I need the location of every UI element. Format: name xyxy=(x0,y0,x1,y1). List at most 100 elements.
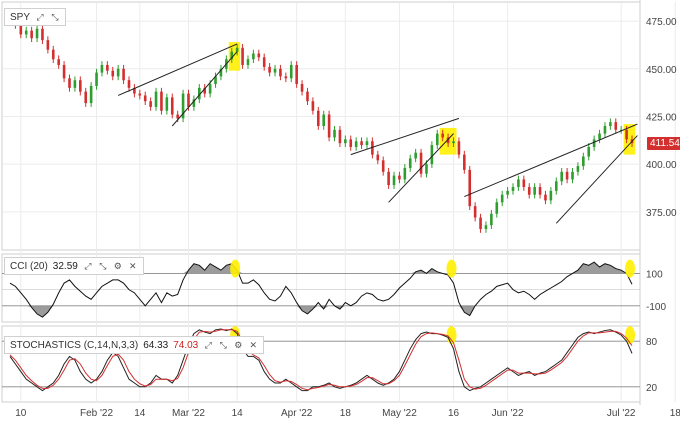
candle-body xyxy=(414,152,417,159)
collapse-icon[interactable]: ⤡ xyxy=(218,340,228,350)
candle-body xyxy=(430,145,434,165)
candle-body xyxy=(614,122,618,130)
x-tick-label: 14 xyxy=(134,408,146,419)
candle-body xyxy=(165,97,169,111)
candle-body xyxy=(122,68,125,81)
candle-body xyxy=(511,187,515,191)
x-tick-label: 10 xyxy=(15,408,27,419)
candle-body xyxy=(344,139,347,144)
candle-body xyxy=(392,175,396,186)
x-tick-label: Jul '22 xyxy=(607,408,636,419)
candle-body xyxy=(257,53,261,58)
candle-body xyxy=(279,68,282,77)
candle-body xyxy=(565,171,569,180)
candle-body xyxy=(57,59,60,65)
candle-body xyxy=(554,181,558,191)
candle-body xyxy=(338,129,342,144)
candle-body xyxy=(365,141,369,146)
collapse-icon[interactable]: ⤡ xyxy=(98,261,108,271)
candle-body xyxy=(79,80,82,92)
candle-body xyxy=(116,68,120,77)
candle-body xyxy=(170,97,174,115)
candle-body xyxy=(500,194,504,203)
candle-body xyxy=(149,101,152,107)
candle-body xyxy=(252,53,255,60)
x-tick-label: Feb '22 xyxy=(80,408,113,419)
candle-body xyxy=(262,57,266,67)
candle-body xyxy=(457,141,461,155)
collapse-icon[interactable]: ⤡ xyxy=(50,12,60,22)
candle-body xyxy=(592,139,596,147)
candle-body xyxy=(208,84,212,94)
candle-body xyxy=(333,129,336,138)
candle-body xyxy=(419,152,423,174)
candle-body xyxy=(538,187,542,195)
chart-canvas[interactable]: 10 Feb '22 14 Mar '22 14 Apr '22 18 May '22 16 Ju… xyxy=(0,0,680,427)
x-tick-label: 18 xyxy=(340,408,352,419)
candle-body xyxy=(479,217,482,230)
candle-body xyxy=(176,114,179,119)
cci-panel-label: CCI (20) 32.59 ⤢ ⤡ ⚙ ✕ xyxy=(4,257,144,275)
candle-body xyxy=(41,28,44,41)
candle-body xyxy=(560,171,563,182)
candle-body xyxy=(46,40,50,50)
expand-icon[interactable]: ⤢ xyxy=(83,261,93,271)
expand-icon[interactable]: ⤢ xyxy=(203,340,213,350)
close-icon[interactable]: ✕ xyxy=(128,261,138,271)
candle-body xyxy=(506,190,509,195)
price-panel-label: SPY ⤢ ⤡ xyxy=(4,8,67,26)
gear-icon[interactable]: ⚙ xyxy=(113,261,123,271)
candle-body xyxy=(354,141,358,147)
close-icon[interactable]: ✕ xyxy=(248,340,258,350)
stochastics-tick-label: 20 xyxy=(646,383,658,394)
candle-body xyxy=(138,93,142,96)
candle-body xyxy=(533,187,536,195)
candle-body xyxy=(571,171,574,180)
candle-body xyxy=(316,110,320,126)
candle-body xyxy=(235,47,239,52)
x-tick-label: 14 xyxy=(232,408,244,419)
cci-tick-label: -100 xyxy=(646,302,666,313)
stochastics-k-value: 64.33 xyxy=(143,339,169,351)
candle-body xyxy=(376,154,380,161)
candle-body xyxy=(549,190,553,201)
expand-icon[interactable]: ⤢ xyxy=(35,12,45,22)
price-tick-label: 375.00 xyxy=(646,208,677,219)
candle-body xyxy=(160,91,163,111)
candle-body xyxy=(84,91,88,104)
candle-body xyxy=(100,64,104,73)
candle-body xyxy=(603,126,607,134)
x-tick-label: 16 xyxy=(448,408,460,419)
stochastics-tick-label: 80 xyxy=(646,337,658,348)
candle-body xyxy=(517,179,520,188)
candle-body xyxy=(387,171,390,186)
candle-body xyxy=(490,213,493,226)
candle-body xyxy=(127,80,131,88)
candle-body xyxy=(452,141,455,144)
cci-title: CCI (20) xyxy=(10,260,48,272)
candle-body xyxy=(51,49,55,60)
candle-body xyxy=(322,114,326,126)
candle-body xyxy=(598,133,601,140)
candle-body xyxy=(311,101,315,111)
candle-body xyxy=(473,206,477,218)
candle-body xyxy=(435,133,439,146)
candle-body xyxy=(576,166,580,172)
price-tick-label: 450.00 xyxy=(646,65,677,76)
candle-body xyxy=(408,158,412,168)
candle-body xyxy=(62,64,66,79)
candle-body xyxy=(468,169,472,207)
candle-body xyxy=(295,64,298,85)
candle-body xyxy=(24,30,28,35)
x-tick-label: Jun '22 xyxy=(492,408,524,419)
cci-highlight-marker xyxy=(230,259,241,278)
stochastics-d-value: 74.03 xyxy=(173,339,199,351)
x-tick-label: Apr '22 xyxy=(281,408,313,419)
candle-body xyxy=(527,187,531,195)
candle-body xyxy=(522,179,526,188)
candle-body xyxy=(187,93,190,107)
candle-body xyxy=(544,194,547,201)
gear-icon[interactable]: ⚙ xyxy=(233,340,243,350)
candle-body xyxy=(495,202,499,214)
candle-body xyxy=(246,59,250,65)
